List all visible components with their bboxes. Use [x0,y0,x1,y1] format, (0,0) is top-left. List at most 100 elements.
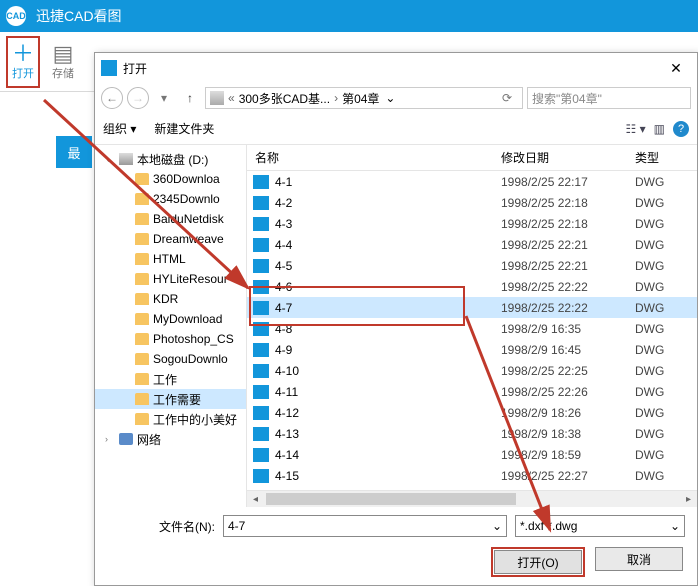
folder-icon [135,253,149,265]
tree-item[interactable]: BaiduNetdisk [95,209,246,229]
scroll-track[interactable] [264,491,680,507]
tree-item[interactable]: › 网络 [95,429,246,449]
file-row[interactable]: 4-41998/2/25 22:21DWG [247,234,697,255]
file-type: DWG [629,469,664,483]
crumb-dropdown[interactable]: ⌄ [383,91,397,105]
cad-file-icon [253,406,269,420]
breadcrumb[interactable]: « 300多张CAD基... › 第04章 ⌄ ⟳ [205,87,523,109]
organize-bar: 组织 ▾ 新建文件夹 ☷ ▾ ▥ ? [95,113,697,145]
file-type-filter[interactable]: *.dxf *.dwg ⌄ [515,515,685,537]
file-row[interactable]: 4-141998/2/9 18:59DWG [247,444,697,465]
file-date: 1998/2/9 18:38 [501,427,629,441]
tree-item[interactable]: ⌄本地磁盘 (D:) [95,149,246,169]
filename-dropdown[interactable]: ⌄ [492,519,502,533]
tree-item[interactable]: HYLiteResour [95,269,246,289]
filter-dropdown[interactable]: ⌄ [670,519,680,533]
file-row[interactable]: 4-121998/2/9 18:26DWG [247,402,697,423]
file-row[interactable]: 4-91998/2/9 16:45DWG [247,339,697,360]
tree-item[interactable]: 360Downloa [95,169,246,189]
file-row[interactable]: 4-11998/2/25 22:17DWG [247,171,697,192]
folder-icon [135,333,149,345]
preview-pane-button[interactable]: ▥ [654,122,665,136]
save-label: 存储 [52,65,74,81]
crumb-0[interactable]: 300多张CAD基... [239,90,330,107]
expander-icon[interactable]: ⌄ [105,154,115,165]
file-row[interactable]: 4-111998/2/25 22:26DWG [247,381,697,402]
file-name: 4-11 [275,385,501,399]
file-row[interactable]: 4-21998/2/25 22:18DWG [247,192,697,213]
file-date: 1998/2/9 18:59 [501,448,629,462]
file-row[interactable]: 4-81998/2/9 16:35DWG [247,318,697,339]
file-name: 4-6 [275,280,501,294]
file-rows[interactable]: 4-11998/2/25 22:17DWG4-21998/2/25 22:18D… [247,171,697,490]
new-folder-button[interactable]: 新建文件夹 [154,120,214,137]
h-scrollbar[interactable]: ◂ ▸ [247,490,697,507]
file-row[interactable]: 4-151998/2/25 22:27DWG [247,465,697,486]
file-row[interactable]: 4-31998/2/25 22:18DWG [247,213,697,234]
file-date: 1998/2/25 22:25 [501,364,629,378]
tree-item[interactable]: KDR [95,289,246,309]
folder-icon [135,313,149,325]
tree-item[interactable]: MyDownload [95,309,246,329]
tree-item[interactable]: 2345Downlo [95,189,246,209]
file-type: DWG [629,343,664,357]
view-options-button[interactable]: ☷ ▾ [626,122,646,136]
file-name: 4-5 [275,259,501,273]
tree-item[interactable]: 工作需要 [95,389,246,409]
file-list-header[interactable]: 名称 修改日期 类型 [247,145,697,171]
file-row[interactable]: 4-101998/2/25 22:25DWG [247,360,697,381]
file-date: 1998/2/25 22:21 [501,259,629,273]
plus-icon: ＋ [12,43,34,65]
file-name: 4-9 [275,343,501,357]
file-date: 1998/2/9 16:45 [501,343,629,357]
file-name: 4-13 [275,427,501,441]
tree-item[interactable]: SogouDownlo [95,349,246,369]
col-date[interactable]: 修改日期 [501,149,629,166]
open-button[interactable]: ＋ 打开 [6,36,40,88]
left-tab[interactable]: 最 [56,136,92,168]
crumb-1[interactable]: 第04章 [342,90,379,107]
tree-item[interactable]: 工作中的小美好 [95,409,246,429]
back-button[interactable]: ← [101,87,123,109]
open-label: 打开 [12,65,34,81]
col-type[interactable]: 类型 [629,149,697,166]
cad-file-icon [253,238,269,252]
drive-icon [119,153,133,165]
tree-item[interactable]: Dreamweave [95,229,246,249]
file-row[interactable]: 4-131998/2/9 18:38DWG [247,423,697,444]
folder-tree[interactable]: ⌄本地磁盘 (D:)360Downloa2345DownloBaiduNetdi… [95,145,247,507]
file-row[interactable]: 4-61998/2/25 22:22DWG [247,276,697,297]
tree-item[interactable]: HTML [95,249,246,269]
tree-item[interactable]: Photoshop_CS [95,329,246,349]
organize-dropdown[interactable]: 组织 ▾ [103,120,136,137]
close-button[interactable]: ✕ [661,60,691,77]
cancel-button[interactable]: 取消 [595,547,683,571]
col-name[interactable]: 名称 [247,149,501,166]
scroll-thumb[interactable] [266,493,516,505]
file-date: 1998/2/9 16:35 [501,322,629,336]
scroll-left-button[interactable]: ◂ [247,491,264,507]
file-row[interactable]: 4-71998/2/25 22:22DWG [247,297,697,318]
app-logo-icon: CAD [6,6,26,26]
dialog-title: 打开 [123,60,147,77]
tree-item[interactable]: 工作 [95,369,246,389]
recent-dropdown[interactable]: ▾ [153,87,175,109]
search-input[interactable]: 搜索"第04章" [527,87,691,109]
chevron-icon: « [228,91,235,105]
expander-icon[interactable]: › [105,434,115,444]
scroll-right-button[interactable]: ▸ [680,491,697,507]
filename-input[interactable]: 4-7 ⌄ [223,515,507,537]
open-file-button[interactable]: 打开(O) [494,550,582,574]
up-button[interactable]: ↑ [179,87,201,109]
file-type: DWG [629,238,664,252]
file-type: DWG [629,448,664,462]
tree-item-label: 网络 [137,431,161,448]
help-icon[interactable]: ? [673,121,689,137]
save-button[interactable]: ▤ 存储 [46,36,80,88]
dialog-cad-icon [101,60,117,76]
file-list: 名称 修改日期 类型 4-11998/2/25 22:17DWG4-21998/… [247,145,697,507]
forward-button[interactable]: → [127,87,149,109]
file-name: 4-10 [275,364,501,378]
file-row[interactable]: 4-51998/2/25 22:21DWG [247,255,697,276]
refresh-button[interactable]: ⟳ [496,87,518,109]
